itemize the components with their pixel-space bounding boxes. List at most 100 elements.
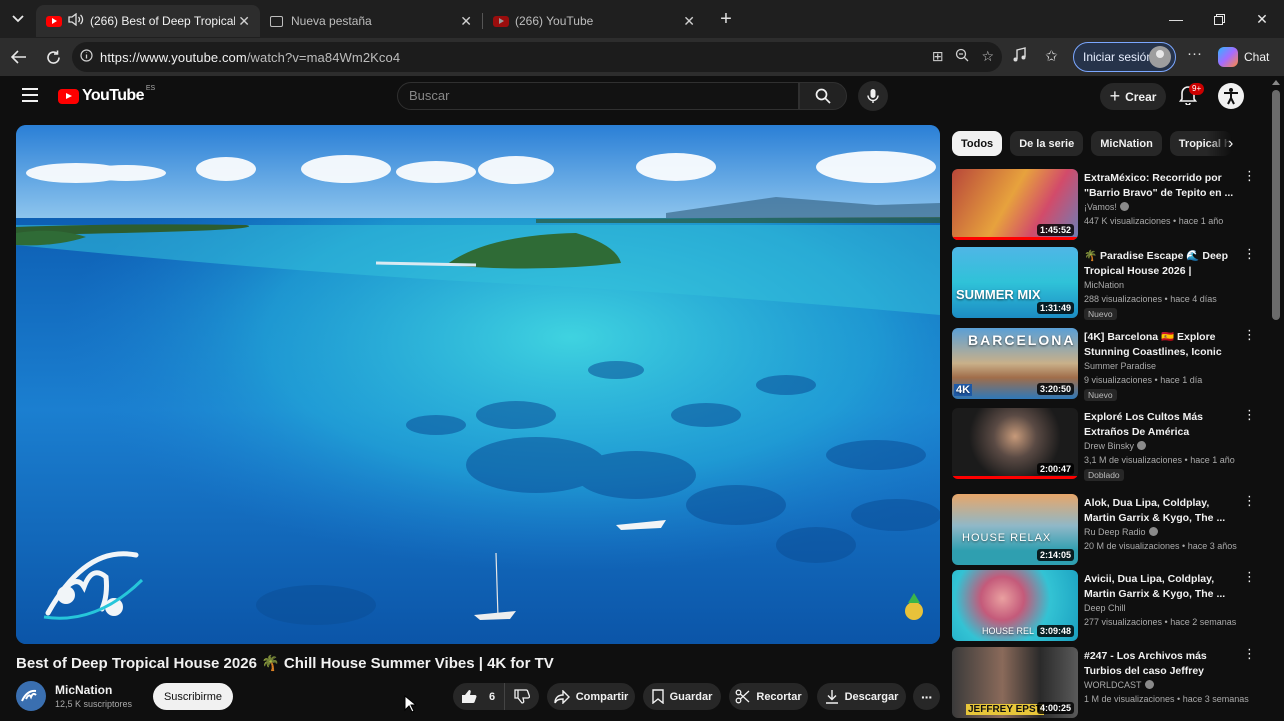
- tab-active-video[interactable]: (266) Best of Deep Tropical Ho ✕: [36, 5, 260, 37]
- recommendation-channel[interactable]: WORLDCAST: [1084, 680, 1154, 690]
- thumbnail-text: JEFFREY EPST: [966, 704, 1044, 715]
- channel-name[interactable]: MicNation: [55, 683, 112, 697]
- more-options-icon[interactable]: ···: [1187, 45, 1202, 62]
- recommendation-meta: 3,1 M de visualizaciones • hace 1 año: [1084, 455, 1235, 465]
- recommendation-item[interactable]: JEFFREY EPST 4:00:25 #247 - Los Archivos…: [952, 647, 1256, 721]
- more-vertical-icon[interactable]: ⋮: [1243, 647, 1256, 660]
- video-thumbnail[interactable]: HOUSE RELAX 2:14:05: [952, 494, 1078, 565]
- address-bar[interactable]: https://www.youtube.com/watch?v=ma84Wm2K…: [72, 42, 1002, 72]
- tab-actions-menu-icon[interactable]: [0, 0, 36, 38]
- video-thumbnail[interactable]: BARCELONA 4K 3:20:50: [952, 328, 1078, 399]
- more-vertical-icon[interactable]: ⋮: [1243, 247, 1256, 260]
- minimize-icon[interactable]: —: [1154, 0, 1198, 38]
- video-thumbnail[interactable]: 1:45:52: [952, 169, 1078, 240]
- thumbnail-text: SUMMER MIX: [956, 287, 1041, 302]
- video-thumbnail[interactable]: 2:00:47: [952, 408, 1078, 479]
- more-vertical-icon[interactable]: ⋮: [1243, 328, 1256, 341]
- filter-chips: Todos De la serie MicNation Tropical ho: [952, 131, 1240, 156]
- save-button[interactable]: Guardar: [643, 683, 721, 710]
- video-title: Best of Deep Tropical House 2026 🌴 Chill…: [16, 655, 554, 672]
- hamburger-menu-icon[interactable]: [22, 88, 38, 106]
- clip-button[interactable]: Recortar: [729, 683, 808, 710]
- share-button[interactable]: Compartir: [547, 683, 635, 710]
- tab-title: (266) Best of Deep Tropical Ho: [90, 14, 235, 28]
- sign-in-button[interactable]: Iniciar sesión: [1073, 42, 1176, 72]
- recommendation-channel[interactable]: Ru Deep Radio: [1084, 527, 1158, 537]
- chip-todos[interactable]: Todos: [952, 131, 1003, 156]
- recommendation-channel[interactable]: MicNation: [1084, 280, 1124, 290]
- chip-micnation[interactable]: MicNation: [1091, 131, 1162, 156]
- chip-de-la-serie[interactable]: De la serie: [1010, 131, 1084, 156]
- subscriber-count: 12,5 K suscriptores: [55, 699, 133, 709]
- video-thumbnail[interactable]: SUMMER MIX 1:31:49: [952, 247, 1078, 318]
- thumbnail-text: BARCELONA: [968, 332, 1076, 348]
- recommendation-title[interactable]: Exploré Los Cultos Más Extraños De Améri…: [1084, 410, 1236, 440]
- scroll-up-arrow-icon[interactable]: [1272, 80, 1280, 85]
- recommendation-title[interactable]: [4K] Barcelona 🇪🇸 Explore Stunning Coast…: [1084, 330, 1236, 360]
- more-vertical-icon[interactable]: ⋮: [1243, 169, 1256, 182]
- chip-tropical-house[interactable]: Tropical ho: [1169, 131, 1232, 156]
- recommendation-item[interactable]: 2:00:47 Exploré Los Cultos Más Extraños …: [952, 408, 1256, 482]
- video-thumbnail[interactable]: JEFFREY EPST 4:00:25: [952, 647, 1078, 718]
- reload-icon[interactable]: [36, 40, 70, 74]
- browser-tab-bar: (266) Best of Deep Tropical Ho ✕ Nueva p…: [0, 0, 1284, 38]
- recommendation-item[interactable]: SUMMER MIX 1:31:49 🌴 Paradise Escape 🌊 D…: [952, 247, 1256, 321]
- zoom-icon[interactable]: [955, 48, 969, 65]
- more-vertical-icon[interactable]: ⋮: [1243, 570, 1256, 583]
- close-tab-icon[interactable]: ✕: [460, 13, 472, 30]
- dislike-button[interactable]: [505, 689, 539, 704]
- back-arrow-icon[interactable]: [2, 40, 36, 74]
- plus-icon: +: [1109, 86, 1121, 106]
- channel-avatar[interactable]: [16, 681, 46, 711]
- favorite-star-icon[interactable]: ☆: [981, 48, 994, 65]
- more-vertical-icon[interactable]: ⋮: [1243, 494, 1256, 507]
- more-actions-button[interactable]: ···: [913, 683, 940, 710]
- recommendation-item[interactable]: 1:45:52 ExtraMéxico: Recorrido por "Barr…: [952, 169, 1256, 243]
- recommendation-title[interactable]: 🌴 Paradise Escape 🌊 Deep Tropical House …: [1084, 249, 1236, 279]
- recommendation-title[interactable]: Avicii, Dua Lipa, Coldplay, Martin Garri…: [1084, 572, 1236, 602]
- page-scrollbar[interactable]: [1268, 76, 1284, 720]
- app-available-icon[interactable]: ⊞: [932, 48, 944, 65]
- close-tab-icon[interactable]: ✕: [238, 13, 250, 30]
- recommendation-channel[interactable]: Drew Binsky: [1084, 441, 1147, 451]
- close-tab-icon[interactable]: ✕: [683, 13, 695, 30]
- like-button[interactable]: 6: [453, 683, 505, 710]
- recommendation-channel[interactable]: ¡Vamos!: [1084, 202, 1129, 212]
- download-button[interactable]: Descargar: [817, 683, 906, 710]
- new-tab-plus-icon[interactable]: +: [711, 8, 741, 31]
- copilot-chat-button[interactable]: Chat: [1218, 47, 1269, 67]
- recommendation-title[interactable]: Alok, Dua Lipa, Coldplay, Martin Garrix …: [1084, 496, 1236, 526]
- close-window-icon[interactable]: ✕: [1240, 0, 1284, 38]
- video-thumbnail[interactable]: HOUSE REL 3:09:48: [952, 570, 1078, 641]
- create-label: Crear: [1125, 89, 1157, 104]
- recommendation-item[interactable]: HOUSE REL 3:09:48 Avicii, Dua Lipa, Cold…: [952, 570, 1256, 644]
- chevron-right-icon[interactable]: ›: [1228, 135, 1233, 153]
- scrollbar-thumb[interactable]: [1272, 90, 1280, 320]
- favorites-icon[interactable]: ✩: [1045, 47, 1058, 65]
- video-player[interactable]: [16, 125, 940, 644]
- recommendation-meta: 1 M de visualizaciones • hace 3 semanas: [1084, 694, 1249, 704]
- more-vertical-icon[interactable]: ⋮: [1243, 408, 1256, 421]
- accessibility-person-icon: [1224, 88, 1238, 105]
- recommendation-item[interactable]: HOUSE RELAX 2:14:05 Alok, Dua Lipa, Cold…: [952, 494, 1256, 568]
- url-text[interactable]: https://www.youtube.com/watch?v=ma84Wm2K…: [100, 50, 400, 65]
- recommendation-channel[interactable]: Summer Paradise: [1084, 361, 1156, 371]
- search-button[interactable]: [799, 82, 847, 110]
- account-avatar[interactable]: [1218, 83, 1244, 109]
- tab-youtube[interactable]: (266) YouTube ✕: [483, 5, 705, 37]
- tab-new-tab[interactable]: Nueva pestaña ✕: [260, 5, 482, 37]
- new-badge: Nuevo: [1084, 389, 1117, 401]
- speaker-icon[interactable]: [68, 12, 84, 29]
- recommendation-title[interactable]: ExtraMéxico: Recorrido por "Barrio Bravo…: [1084, 171, 1236, 201]
- voice-search-button[interactable]: [858, 81, 888, 111]
- create-button[interactable]: + Crear: [1100, 83, 1166, 110]
- recommendation-channel[interactable]: Deep Chill: [1084, 603, 1126, 613]
- search-input[interactable]: Buscar: [397, 82, 799, 110]
- subscribe-button[interactable]: Suscribirme: [153, 683, 233, 710]
- site-info-icon[interactable]: [72, 49, 100, 65]
- music-extension-icon[interactable]: [1012, 47, 1028, 67]
- youtube-logo[interactable]: YouTube ES: [58, 85, 155, 105]
- recommendation-title[interactable]: #247 - Los Archivos más Turbios del caso…: [1084, 649, 1236, 679]
- recommendation-item[interactable]: BARCELONA 4K 3:20:50 [4K] Barcelona 🇪🇸 E…: [952, 328, 1256, 402]
- maximize-icon[interactable]: [1197, 0, 1241, 38]
